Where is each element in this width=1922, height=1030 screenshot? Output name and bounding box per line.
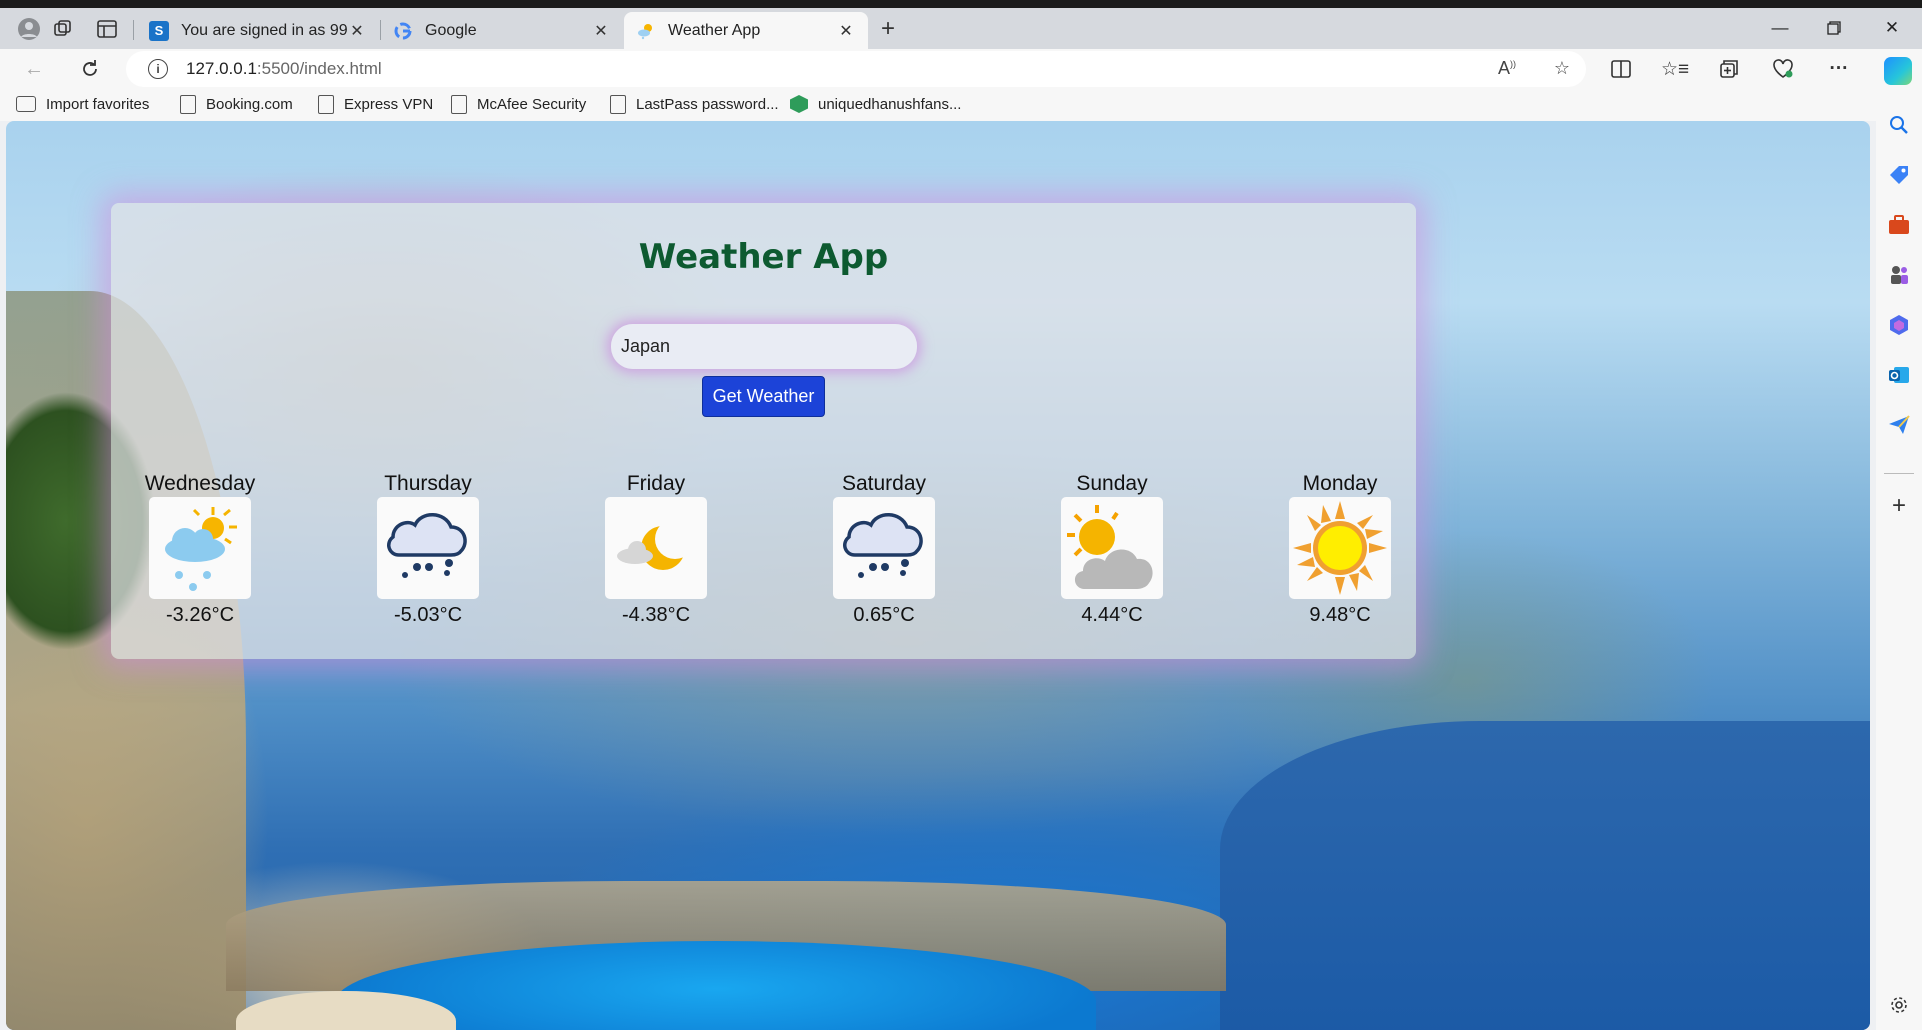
- favorite-express-vpn[interactable]: Express VPN: [318, 93, 433, 115]
- browser-window: S You are signed in as 9922004049 ✕ Goog…: [0, 8, 1922, 1030]
- weather-card: Weather App Get Weather Wednesday -3.2: [111, 203, 1416, 659]
- favorites-bar: Import favorites Booking.com Express VPN…: [0, 87, 1922, 121]
- snow-cloud-icon: [387, 513, 467, 578]
- search-icon[interactable]: [1887, 113, 1911, 137]
- import-icon: [16, 96, 36, 112]
- temperature: -3.26°C: [165, 604, 235, 626]
- weather-icon-box: [1061, 497, 1163, 599]
- partly-cloudy-icon: [1067, 505, 1153, 589]
- games-chess-icon[interactable]: [1887, 263, 1911, 287]
- browser-essentials-icon[interactable]: [1766, 53, 1800, 85]
- favorite-booking[interactable]: Booking.com: [180, 93, 293, 115]
- favorites-icon[interactable]: ☆≡: [1658, 53, 1692, 85]
- weather-favicon-icon: [636, 21, 656, 41]
- tab-title: Google: [425, 21, 477, 39]
- day-label: Monday: [1302, 472, 1378, 495]
- forecast-day: Thursday -5.03°C: [363, 471, 493, 627]
- page-icon: [451, 94, 467, 114]
- profile-icon[interactable]: [14, 14, 44, 44]
- weather-icon-box: [1289, 497, 1391, 599]
- add-icon[interactable]: +: [1887, 492, 1911, 519]
- more-options-icon[interactable]: ···: [1822, 53, 1856, 85]
- snow-cloud-icon: [843, 513, 923, 578]
- city-search-input[interactable]: [611, 324, 917, 369]
- close-icon[interactable]: ✕: [836, 21, 856, 41]
- read-aloud-icon[interactable]: A)): [1498, 58, 1516, 79]
- edge-sidebar: +: [1876, 116, 1922, 1030]
- day-label: Friday: [626, 472, 686, 495]
- tab-title: You are signed in as 9922004049: [181, 21, 347, 39]
- day-label: Thursday: [384, 472, 472, 495]
- tab-signed-in[interactable]: S You are signed in as 9922004049 ✕: [137, 12, 379, 49]
- send-drop-icon[interactable]: [1887, 413, 1911, 437]
- favorite-lastpass[interactable]: LastPass password...: [610, 93, 779, 115]
- tab-strip: S You are signed in as 9922004049 ✕ Goog…: [0, 8, 1922, 49]
- copilot-icon[interactable]: [1884, 57, 1912, 85]
- weather-icon-box: [149, 497, 251, 599]
- forecast-day: Sunday 4.44°C: [1047, 471, 1177, 627]
- sun-icon: [1293, 501, 1387, 595]
- favorite-uniquedhanushfans[interactable]: uniquedhanushfans...: [790, 93, 961, 115]
- google-favicon-icon: [393, 21, 413, 41]
- temperature: 4.44°C: [1081, 604, 1143, 626]
- page-icon: [180, 94, 196, 114]
- page-viewport: Weather App Get Weather Wednesday -3.2: [6, 121, 1870, 1030]
- url-text: 127.0.0.1:5500/index.html: [186, 59, 382, 78]
- outlook-icon[interactable]: [1887, 363, 1911, 387]
- cloud-snow-sun-icon: [165, 507, 237, 591]
- new-tab-icon[interactable]: +: [873, 14, 903, 44]
- address-bar[interactable]: i 127.0.0.1:5500/index.html A)) ☆: [126, 51, 1586, 87]
- shopping-tag-icon[interactable]: [1887, 163, 1911, 187]
- close-icon[interactable]: ✕: [591, 21, 611, 41]
- weather-icon-box: [377, 497, 479, 599]
- close-icon[interactable]: ✕: [347, 21, 367, 41]
- get-weather-button[interactable]: Get Weather: [702, 376, 825, 417]
- day-label: Saturday: [841, 472, 927, 495]
- page-icon: [610, 94, 626, 114]
- back-icon[interactable]: ←: [18, 53, 50, 85]
- temperature: 0.65°C: [853, 604, 915, 626]
- favorite-import[interactable]: Import favorites: [16, 93, 149, 115]
- favorite-mcafee[interactable]: McAfee Security: [451, 93, 586, 115]
- settings-gear-icon[interactable]: [1887, 993, 1911, 1017]
- favorite-star-icon[interactable]: ☆: [1554, 58, 1570, 79]
- refresh-icon[interactable]: [74, 53, 106, 85]
- minimize-icon[interactable]: —: [1752, 12, 1808, 44]
- app-title: Weather App: [638, 237, 889, 277]
- night-cloud-moon-icon: [617, 519, 695, 570]
- collections-icon[interactable]: [1712, 53, 1746, 85]
- hex-icon: [790, 95, 808, 113]
- page-icon: [318, 94, 334, 114]
- tab-title: Weather App: [668, 21, 761, 39]
- s-favicon-icon: S: [149, 20, 169, 41]
- workspaces-icon[interactable]: [48, 14, 78, 44]
- site-info-icon[interactable]: i: [148, 59, 168, 79]
- day-label: Wednesday: [144, 472, 256, 495]
- day-label: Sunday: [1076, 472, 1148, 495]
- forecast-day: Saturday 0.65°C: [819, 471, 949, 627]
- temperature: -4.38°C: [621, 604, 691, 626]
- microsoft-365-icon[interactable]: [1887, 313, 1911, 337]
- tab-weather-app[interactable]: Weather App ✕: [624, 12, 868, 49]
- restore-icon[interactable]: [1806, 12, 1862, 44]
- forecast-day: Monday 9.48°C: [1275, 471, 1405, 627]
- forecast-day: Friday -4.38°C: [591, 471, 721, 627]
- tools-briefcase-icon[interactable]: [1887, 213, 1911, 237]
- temperature: 9.48°C: [1309, 604, 1371, 626]
- tab-google[interactable]: Google ✕: [381, 12, 623, 49]
- weather-icon-box: [833, 497, 935, 599]
- address-toolbar: ← i 127.0.0.1:5500/index.html A)) ☆ ☆≡ ·…: [0, 49, 1922, 87]
- close-window-icon[interactable]: ✕: [1864, 12, 1920, 44]
- weather-icon-box: [605, 497, 707, 599]
- split-screen-icon[interactable]: [1604, 53, 1638, 85]
- tab-actions-icon[interactable]: [92, 14, 122, 44]
- background-sea: [1220, 721, 1870, 1030]
- temperature: -5.03°C: [393, 604, 463, 626]
- forecast-day: Wednesday -3.26°C: [135, 471, 265, 627]
